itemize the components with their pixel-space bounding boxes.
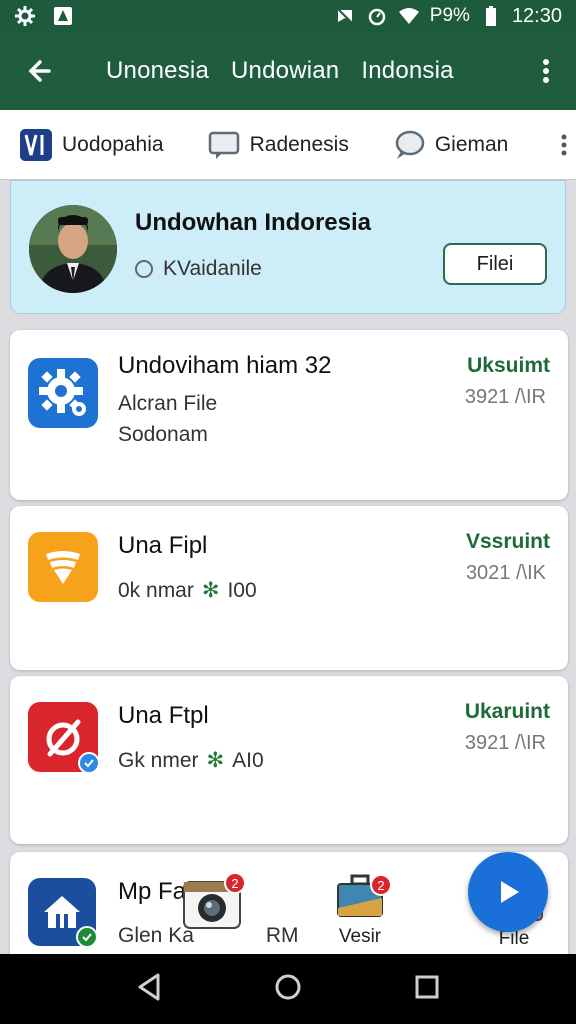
nav-home-button[interactable]: [274, 973, 302, 1006]
back-button[interactable]: [0, 32, 80, 110]
item-status: Ukaruint: [464, 700, 550, 723]
verified-badge-icon: [78, 752, 100, 774]
item-title: Una Ftpl: [118, 702, 209, 729]
file-button[interactable]: Filei: [443, 243, 547, 285]
notification-badge: 2: [370, 874, 392, 896]
app-bar: Unonesia Undowian Indonsia: [0, 32, 576, 110]
back-arrow-icon: [28, 60, 51, 82]
settings-gear-icon: [28, 358, 98, 428]
vi-logo-icon: [20, 128, 52, 161]
title-2[interactable]: Undowian: [231, 57, 339, 85]
title-1[interactable]: Unonesia: [106, 57, 209, 85]
list-item[interactable]: Undoviham hiam 32 Alcran File Sodonam Uk…: [10, 330, 568, 500]
overflow-menu-button[interactable]: [516, 32, 576, 110]
camera-tab[interactable]: 2: [180, 872, 246, 934]
item-line-1: Gk nmer ✻ AI0: [118, 748, 264, 773]
chat-bubble-icon: [208, 131, 239, 159]
item-line-2: Sodonam: [118, 423, 208, 446]
vesir-tab[interactable]: Vesir 2: [336, 874, 392, 948]
tab-uodopahia[interactable]: Uodopahia: [20, 128, 164, 161]
tabs-more-button[interactable]: [552, 134, 576, 156]
profile-card[interactable]: Undowhan Indoresia KVaidanile Filei: [10, 180, 566, 314]
tab-radenesis[interactable]: Radenesis: [208, 129, 349, 161]
more-vert-icon: [561, 134, 567, 155]
orange-fan-icon: [28, 532, 98, 602]
clock: 12:30: [511, 4, 562, 27]
more-vert-icon: [543, 59, 549, 83]
radio-button[interactable]: [135, 260, 153, 278]
item-meta: 3921 /\IR: [464, 732, 546, 754]
home-circle-icon: [275, 974, 301, 999]
content-list[interactable]: Undowhan Indoresia KVaidanile Filei Undo…: [0, 180, 576, 954]
list-item[interactable]: Una Fipl 0k nmar ✻ I00 Vssruint 3021 /\I…: [10, 506, 568, 670]
item-title: Undoviham hiam 32: [118, 352, 332, 379]
play-fab-button[interactable]: [468, 852, 548, 932]
recents-square-icon: [415, 975, 439, 998]
system-navigation-bar: [0, 954, 576, 1024]
nav-back-button[interactable]: [136, 973, 162, 1006]
status-bar: P9% 12:30: [0, 0, 576, 32]
nav-recents-button[interactable]: [414, 974, 440, 1005]
play-icon: [501, 881, 519, 903]
title-3[interactable]: Indonsia: [361, 57, 453, 85]
category-tabs: Uodopahia Radenesis Gieman: [0, 110, 576, 180]
profile-status[interactable]: KVaidanile: [135, 257, 262, 281]
item-meta: 3921 /\IR: [464, 386, 546, 408]
wifi-icon: [398, 5, 420, 27]
tab-gieman[interactable]: Gieman: [393, 129, 508, 161]
speech-icon: [395, 130, 425, 159]
battery-percent: P9%: [429, 5, 470, 26]
leaf-icon: ✻: [206, 749, 225, 772]
vesir-label: Vesir: [338, 926, 382, 947]
item-title: Una Fipl: [118, 532, 208, 559]
alarm-icon: [366, 5, 388, 27]
leaf-icon: ✻: [201, 579, 220, 602]
notification-badge: 2: [224, 872, 246, 894]
app-bar-titles: Unonesia Undowian Indonsia: [106, 57, 454, 85]
item-line-1: 0k nmar ✻ I00: [118, 578, 257, 603]
item-status: Uksuimt: [467, 354, 550, 377]
item-line-1: Alcran File: [118, 392, 218, 415]
mute-icon: [334, 5, 356, 27]
app-notification-icon: [52, 5, 74, 27]
profile-name: Undowhan Indoresia: [135, 209, 372, 236]
item-status: Vssruint: [465, 530, 550, 553]
back-triangle-icon: [138, 973, 160, 1000]
red-slash-icon: [28, 702, 100, 774]
avatar: [29, 205, 117, 293]
battery-icon: [480, 5, 502, 27]
gear-icon: [14, 5, 36, 27]
list-item[interactable]: Una Ftpl Gk nmer ✻ AI0 Ukaruint 3921 /\I…: [10, 676, 568, 844]
item-meta: 3021 /\IK: [465, 562, 546, 584]
